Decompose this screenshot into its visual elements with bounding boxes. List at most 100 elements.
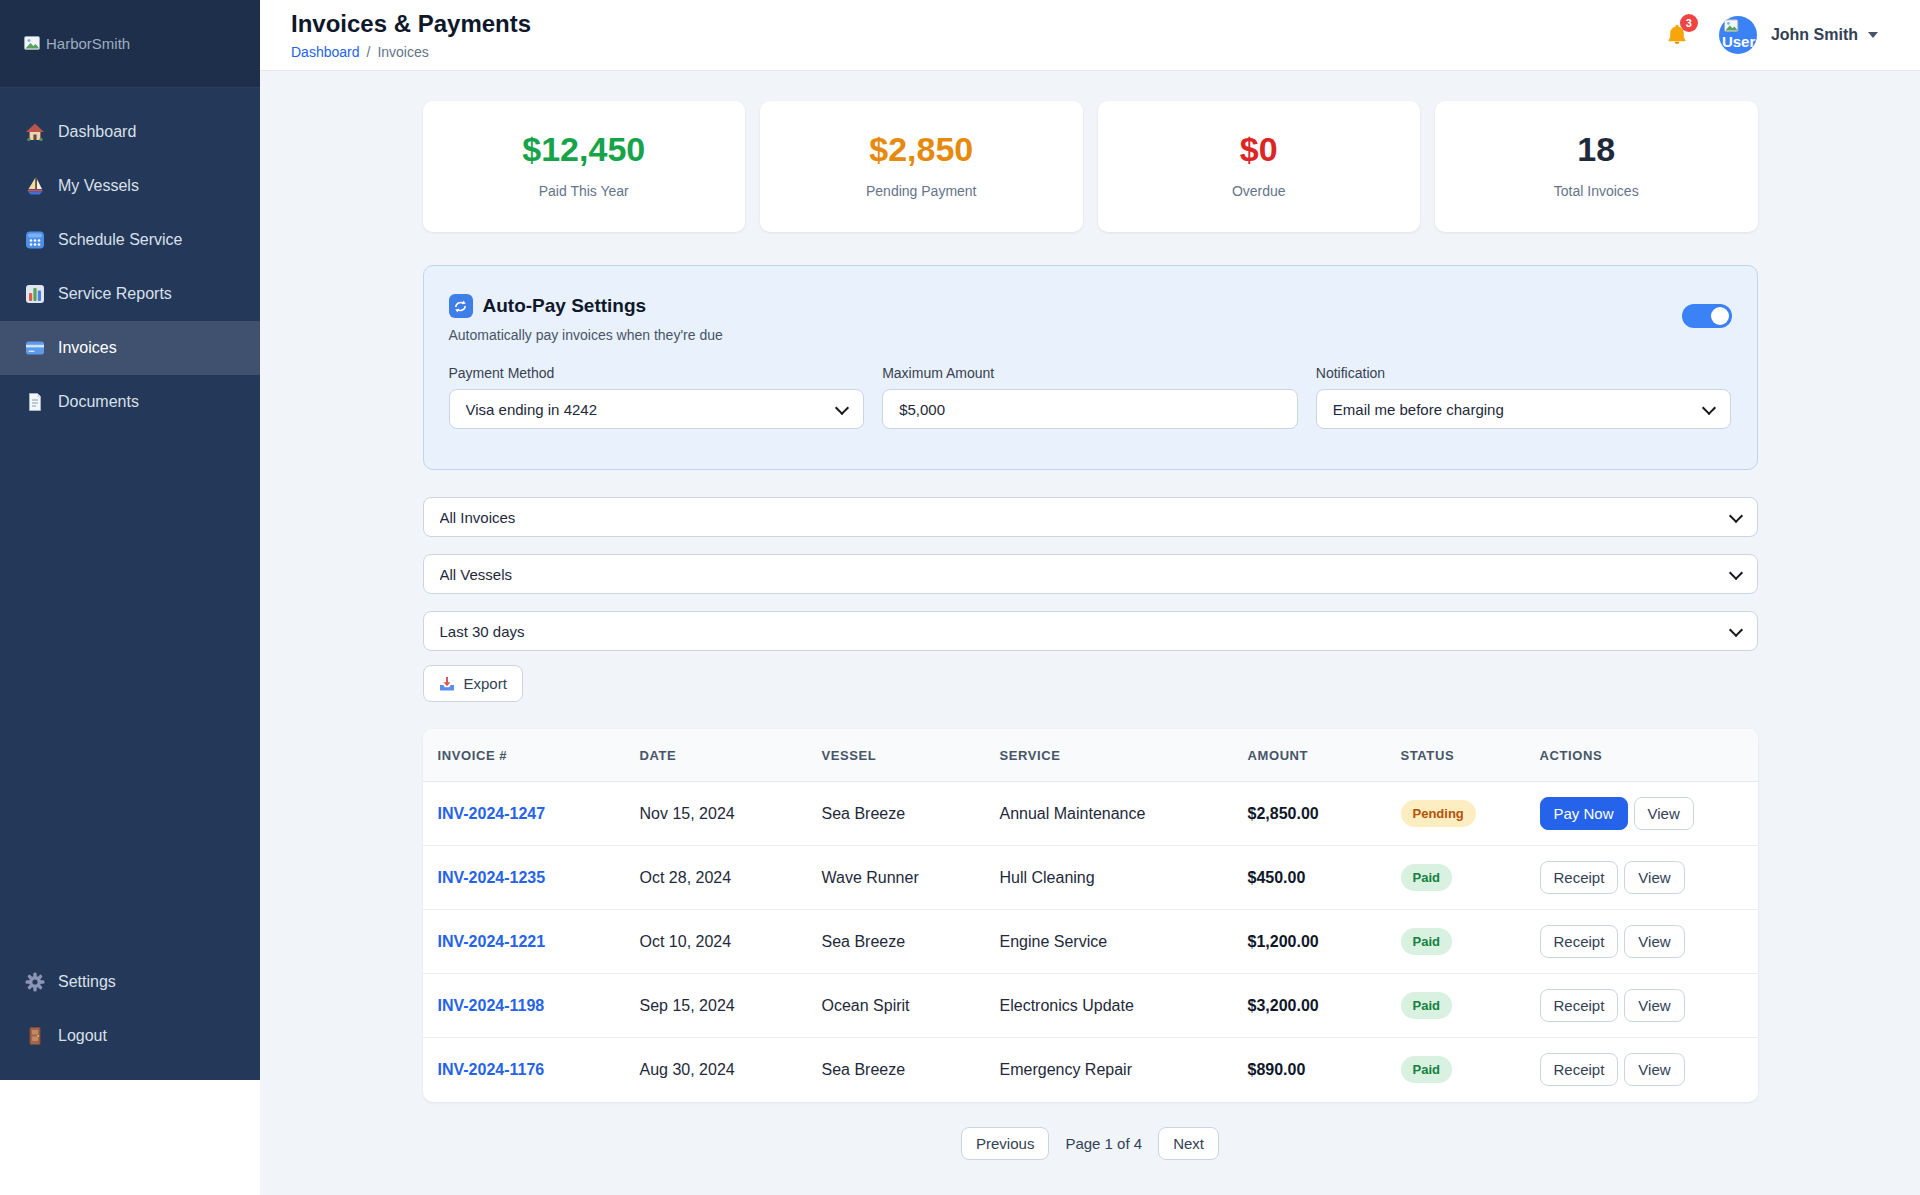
actions-cell: ReceiptView <box>1525 910 1758 974</box>
stat-card: 18Total Invoices <box>1435 101 1758 232</box>
col-header-actions: ACTIONS <box>1525 729 1758 782</box>
bar-chart-icon <box>25 284 45 304</box>
vessel-cell: Ocean Spirit <box>807 974 985 1038</box>
view-button[interactable]: View <box>1624 989 1684 1022</box>
date-cell: Oct 10, 2024 <box>625 910 807 974</box>
view-button[interactable]: View <box>1624 861 1684 894</box>
service-cell: Hull Cleaning <box>985 846 1233 910</box>
main-content: $12,450 Paid This Year $2,850 Pending Payme… <box>260 71 1920 1195</box>
breadcrumb-dashboard-link[interactable]: Dashboard <box>291 44 360 60</box>
actions-cell: ReceiptView <box>1525 846 1758 910</box>
export-icon <box>439 676 455 692</box>
document-icon <box>25 392 45 412</box>
sidebar-item-label: My Vessels <box>58 177 139 195</box>
stat-value: $12,450 <box>423 130 746 169</box>
service-cell: Engine Service <box>985 910 1233 974</box>
maximum-amount-field: Maximum Amount <box>882 365 1298 429</box>
autopay-refresh-icon <box>449 294 473 318</box>
invoice-link[interactable]: INV-2024-1221 <box>438 933 546 950</box>
status-cell: Pending <box>1386 782 1525 846</box>
sidebar-item-service-reports[interactable]: Service Reports <box>0 267 260 321</box>
receipt-button[interactable]: Receipt <box>1540 861 1619 894</box>
col-header-vessel: VESSEL <box>807 729 985 782</box>
stat-label: Total Invoices <box>1435 183 1758 199</box>
notification-select[interactable]: Email me before charging <box>1316 389 1732 429</box>
gear-icon <box>25 972 45 992</box>
calendar-icon <box>25 230 45 250</box>
invoice-link[interactable]: INV-2024-1235 <box>438 869 546 886</box>
sidebar-item-dashboard[interactable]: Dashboard <box>0 105 260 159</box>
vessel-cell: Wave Runner <box>807 846 985 910</box>
pay-now-button[interactable]: Pay Now <box>1540 797 1628 830</box>
receipt-button[interactable]: Receipt <box>1540 1053 1619 1086</box>
view-button[interactable]: View <box>1634 797 1694 830</box>
stat-label: Paid This Year <box>423 183 746 199</box>
stat-card: $0 Overdue <box>1098 101 1421 232</box>
col-header-invoice: INVOICE # <box>423 729 625 782</box>
sidebar-footer: Settings Logout <box>0 955 260 1080</box>
table-row: INV-2024-1235 Oct 28, 2024Wave RunnerHull… <box>423 846 1758 910</box>
stat-label: Overdue <box>1098 183 1421 199</box>
table-row: INV-2024-1198Sep 15, 2024Ocean SpiritEle… <box>423 974 1758 1038</box>
export-button[interactable]: Export <box>423 665 523 702</box>
col-header-date: DATE <box>625 729 807 782</box>
stat-label: Pending Payment <box>760 183 1083 199</box>
user-name[interactable]: John Smith <box>1771 26 1858 44</box>
sidebar-item-label: Logout <box>58 1027 107 1045</box>
status-badge: Paid <box>1401 864 1452 891</box>
invoice-link[interactable]: INV-2024-1198 <box>438 997 545 1014</box>
invoice-cell: INV-2024-1235 <box>423 846 625 910</box>
sidebar-item-settings[interactable]: Settings <box>0 955 260 1009</box>
sidebar-item-label: Dashboard <box>58 123 136 141</box>
amount-cell: $890.00 <box>1233 1038 1386 1102</box>
broken-image-icon <box>1724 19 1741 34</box>
date-filter-select[interactable]: Last 30 days <box>423 611 1758 651</box>
sidebar-item-label: Service Reports <box>58 285 172 303</box>
payment-method-select[interactable]: Visa ending in 4242 <box>449 389 865 429</box>
stat-value: $0 <box>1098 130 1421 169</box>
status-cell: Paid <box>1386 974 1525 1038</box>
stat-card: $12,450 Paid This Year <box>423 101 746 232</box>
date-cell: Oct 28, 2024 <box>625 846 807 910</box>
stat-card: $2,850 Pending Payment <box>760 101 1083 232</box>
door-icon <box>25 1026 45 1046</box>
previous-page-button[interactable]: Previous <box>961 1127 1049 1160</box>
sidebar-item-label: Invoices <box>58 339 117 357</box>
maximum-amount-input[interactable] <box>882 389 1298 429</box>
autopay-card: Auto-Pay Settings Automatically pay invo… <box>423 265 1758 470</box>
chevron-down-icon <box>1868 32 1878 38</box>
view-button[interactable]: View <box>1624 925 1684 958</box>
field-label: Maximum Amount <box>882 365 1298 381</box>
autopay-toggle[interactable] <box>1682 304 1732 328</box>
col-header-service: SERVICE <box>985 729 1233 782</box>
sidebar-item-my-vessels[interactable]: My Vessels <box>0 159 260 213</box>
next-page-button[interactable]: Next <box>1158 1127 1219 1160</box>
invoice-link[interactable]: INV-2024-1247 <box>438 805 546 822</box>
sidebar-item-logout[interactable]: Logout <box>0 1009 260 1063</box>
sidebar-item-documents[interactable]: Documents <box>0 375 260 429</box>
invoices-table: INVOICE # DATE VESSEL SERVICE AMOUNT STA… <box>423 729 1758 1102</box>
receipt-button[interactable]: Receipt <box>1540 925 1619 958</box>
sidebar-item-schedule-service[interactable]: Schedule Service <box>0 213 260 267</box>
brand-logo: HarborSmith <box>0 0 260 88</box>
invoice-cell: INV-2024-1221 <box>423 910 625 974</box>
sidebar-item-invoices[interactable]: Invoices <box>0 321 260 375</box>
stat-value: $2,850 <box>760 130 1083 169</box>
home-icon <box>25 122 45 142</box>
col-header-amount: AMOUNT <box>1233 729 1386 782</box>
status-badge: Paid <box>1401 992 1452 1019</box>
status-cell: Paid <box>1386 910 1525 974</box>
receipt-button[interactable]: Receipt <box>1540 989 1619 1022</box>
invoice-link[interactable]: INV-2024-1176 <box>438 1061 545 1078</box>
amount-value: $3,200.00 <box>1248 997 1319 1014</box>
broken-image-icon <box>24 36 43 52</box>
amount-value: $450.00 <box>1248 869 1306 886</box>
avatar-alt-text: User <box>1722 33 1755 50</box>
actions-cell: ReceiptView <box>1525 974 1758 1038</box>
vessel-filter-select[interactable]: All Vessels <box>423 554 1758 594</box>
breadcrumb-current: Invoices <box>377 44 428 60</box>
view-button[interactable]: View <box>1624 1053 1684 1086</box>
avatar[interactable]: User <box>1719 16 1757 54</box>
notifications-button[interactable]: 3 <box>1665 22 1689 48</box>
invoice-filter-select[interactable]: All Invoices <box>423 497 1758 537</box>
